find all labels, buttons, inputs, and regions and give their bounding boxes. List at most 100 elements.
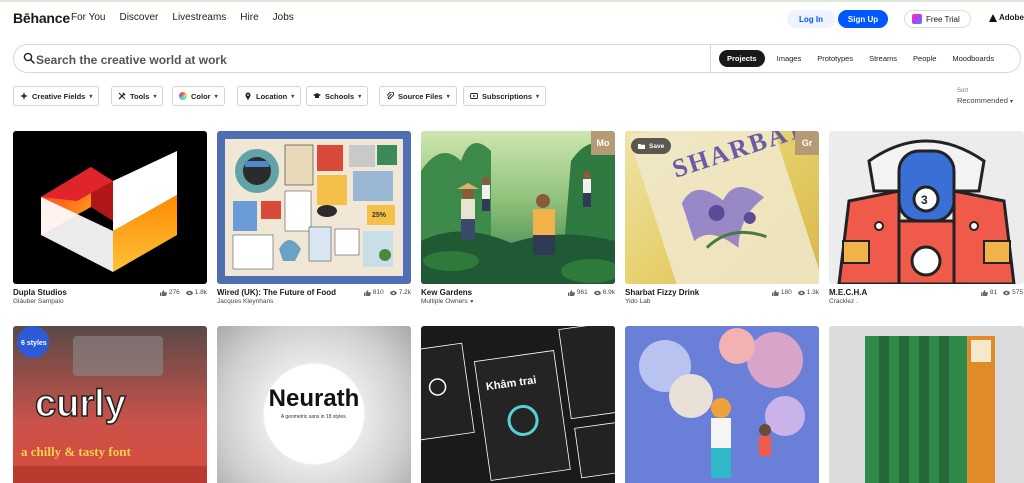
thumbs-up-icon bbox=[363, 289, 371, 296]
filter-label: Source Files bbox=[398, 91, 443, 101]
top-navigation-bar: Bēhance For You Discover Livestreams Hir… bbox=[0, 0, 1024, 33]
project-thumbnail[interactable] bbox=[829, 326, 1024, 483]
kham-trai-artwork: Khâm trai bbox=[421, 326, 615, 481]
tab-people[interactable]: People bbox=[905, 50, 944, 67]
project-card[interactable] bbox=[829, 326, 1024, 483]
project-title[interactable]: Wired (UK): The Future of Food bbox=[217, 288, 336, 297]
project-stats: 276 1.8k bbox=[159, 289, 207, 296]
dupla-artwork bbox=[41, 151, 177, 272]
nav-jobs[interactable]: Jobs bbox=[273, 12, 294, 23]
view-count: 1.8k bbox=[194, 289, 207, 296]
project-title[interactable]: Dupla Studios bbox=[13, 288, 67, 297]
chevron-down-icon: ▾ bbox=[536, 93, 540, 100]
project-thumbnail[interactable]: SHARBAT Save Gr bbox=[625, 131, 819, 284]
project-card[interactable]: SHARBAT Save Gr Sharbat Fizzy Drink Yido… bbox=[625, 131, 819, 305]
sort-dropdown[interactable]: Recommended ▾ bbox=[957, 96, 1013, 105]
illustration-artwork bbox=[639, 328, 805, 478]
project-card[interactable]: 6 styles curly a chilly & tasty font bbox=[13, 326, 207, 483]
behance-logo[interactable]: Bēhance bbox=[13, 10, 70, 26]
search-type-tabs: Projects Images Prototypes Streams Peopl… bbox=[719, 50, 1002, 67]
project-title[interactable]: M.E.C.H.A bbox=[829, 288, 867, 297]
like-count: 810 bbox=[372, 289, 384, 296]
project-title[interactable]: Kew Gardens bbox=[421, 288, 472, 297]
nav-for-you[interactable]: For You bbox=[71, 12, 105, 23]
like-count: 276 bbox=[168, 289, 180, 296]
filter-label: Subscriptions bbox=[482, 91, 533, 101]
subscriptions-icon bbox=[470, 93, 478, 99]
project-stats: 961 6.9k bbox=[567, 289, 615, 296]
search-bar: Projects Images Prototypes Streams Peopl… bbox=[13, 44, 1021, 73]
project-owner-dropdown[interactable]: Multiple Owners ▼ bbox=[421, 298, 474, 305]
project-thumbnail[interactable] bbox=[13, 131, 207, 284]
project-card[interactable]: Neurath A geometric sans in 18 styles. bbox=[217, 326, 411, 483]
nav-hire[interactable]: Hire bbox=[240, 12, 258, 23]
filter-tools[interactable]: Tools ▾ bbox=[111, 86, 164, 106]
nav-livestreams[interactable]: Livestreams bbox=[172, 12, 226, 23]
project-thumbnail[interactable]: 6 styles curly a chilly & tasty font bbox=[13, 326, 207, 483]
nav-discover[interactable]: Discover bbox=[119, 12, 158, 23]
filter-source-files[interactable]: Source Files ▾ bbox=[379, 86, 457, 106]
graduation-cap-icon bbox=[313, 93, 321, 98]
project-stats: 810 7.2k bbox=[363, 289, 411, 296]
project-card[interactable] bbox=[625, 326, 819, 483]
project-owner[interactable]: Cracklez . bbox=[829, 298, 858, 305]
like-count: 180 bbox=[780, 289, 792, 296]
svg-text:6 styles: 6 styles bbox=[21, 340, 47, 347]
curly-text: curly bbox=[35, 383, 126, 425]
adobe-icon bbox=[989, 13, 997, 22]
search-icon bbox=[23, 52, 35, 64]
project-card[interactable]: Dupla Studios Gláuber Sampaio 276 1.8k bbox=[13, 131, 207, 305]
tab-streams[interactable]: Streams bbox=[861, 50, 905, 67]
thumbs-up-icon bbox=[159, 289, 167, 296]
eye-icon bbox=[185, 290, 193, 295]
filter-creative-fields[interactable]: Creative Fields ▾ bbox=[13, 86, 100, 106]
save-button[interactable]: Save bbox=[631, 138, 672, 154]
project-thumbnail[interactable]: Khâm trai bbox=[421, 326, 615, 483]
filter-schools[interactable]: Schools ▾ bbox=[306, 86, 369, 106]
login-button[interactable]: Log In bbox=[787, 10, 835, 28]
project-card[interactable]: 25% Wired (UK): The Future of Food Jacqu… bbox=[217, 131, 411, 305]
neurath-title: Neurath bbox=[269, 385, 360, 412]
free-trial-button[interactable]: Free Trial bbox=[904, 10, 971, 28]
project-title[interactable]: Sharbat Fizzy Drink bbox=[625, 288, 699, 297]
project-thumbnail[interactable] bbox=[625, 326, 819, 483]
project-card[interactable]: Mo Kew Gardens Multiple Owners ▼ 961 6.9… bbox=[421, 131, 615, 305]
signup-button[interactable]: Sign Up bbox=[838, 10, 888, 28]
filter-label: Tools bbox=[130, 91, 150, 101]
project-thumbnail[interactable]: 3 bbox=[829, 131, 1024, 284]
project-card[interactable]: Khâm trai bbox=[421, 326, 615, 483]
neurath-artwork: Neurath A geometric sans in 18 styles. bbox=[269, 385, 360, 420]
project-owner[interactable]: Yido Lab bbox=[625, 298, 650, 305]
owner-badge[interactable]: Mo bbox=[591, 131, 615, 155]
book-artwork bbox=[865, 336, 995, 483]
view-count: 6.9k bbox=[602, 289, 615, 296]
filter-location[interactable]: Location ▾ bbox=[237, 86, 302, 106]
eye-icon bbox=[797, 290, 805, 295]
sparkle-icon bbox=[20, 92, 28, 100]
project-thumbnail[interactable]: Neurath A geometric sans in 18 styles. bbox=[217, 326, 411, 483]
thumbs-up-icon bbox=[567, 289, 575, 296]
filter-label: Creative Fields bbox=[32, 91, 86, 101]
curly-font-artwork: 6 styles curly a chilly & tasty font bbox=[13, 326, 207, 483]
tab-moodboards[interactable]: Moodboards bbox=[944, 50, 1002, 67]
tab-prototypes[interactable]: Prototypes bbox=[809, 50, 861, 67]
tab-images[interactable]: Images bbox=[769, 50, 810, 67]
owner-badge[interactable]: Gr bbox=[795, 131, 819, 155]
filter-label: Schools bbox=[325, 91, 355, 101]
tools-icon bbox=[118, 92, 126, 100]
save-label: Save bbox=[649, 142, 665, 150]
project-thumbnail[interactable]: 25% bbox=[217, 131, 411, 284]
project-thumbnail[interactable]: Mo bbox=[421, 131, 615, 284]
search-input[interactable] bbox=[36, 51, 696, 68]
filter-color[interactable]: Color ▾ bbox=[172, 86, 225, 106]
project-owner[interactable]: Jacques Kleynhans bbox=[217, 298, 273, 305]
adobe-link[interactable]: Adobe bbox=[989, 13, 1024, 22]
location-pin-icon bbox=[245, 92, 251, 100]
tab-projects[interactable]: Projects bbox=[719, 50, 765, 67]
like-count: 81 bbox=[989, 289, 998, 296]
chevron-down-icon: ▾ bbox=[89, 93, 93, 100]
project-owner[interactable]: Gláuber Sampaio bbox=[13, 298, 64, 305]
project-card[interactable]: 3 M.E.C.H.A Cracklez . 81 575 bbox=[829, 131, 1024, 305]
filter-subscriptions[interactable]: Subscriptions ▾ bbox=[463, 86, 547, 106]
eye-icon bbox=[1003, 290, 1011, 295]
